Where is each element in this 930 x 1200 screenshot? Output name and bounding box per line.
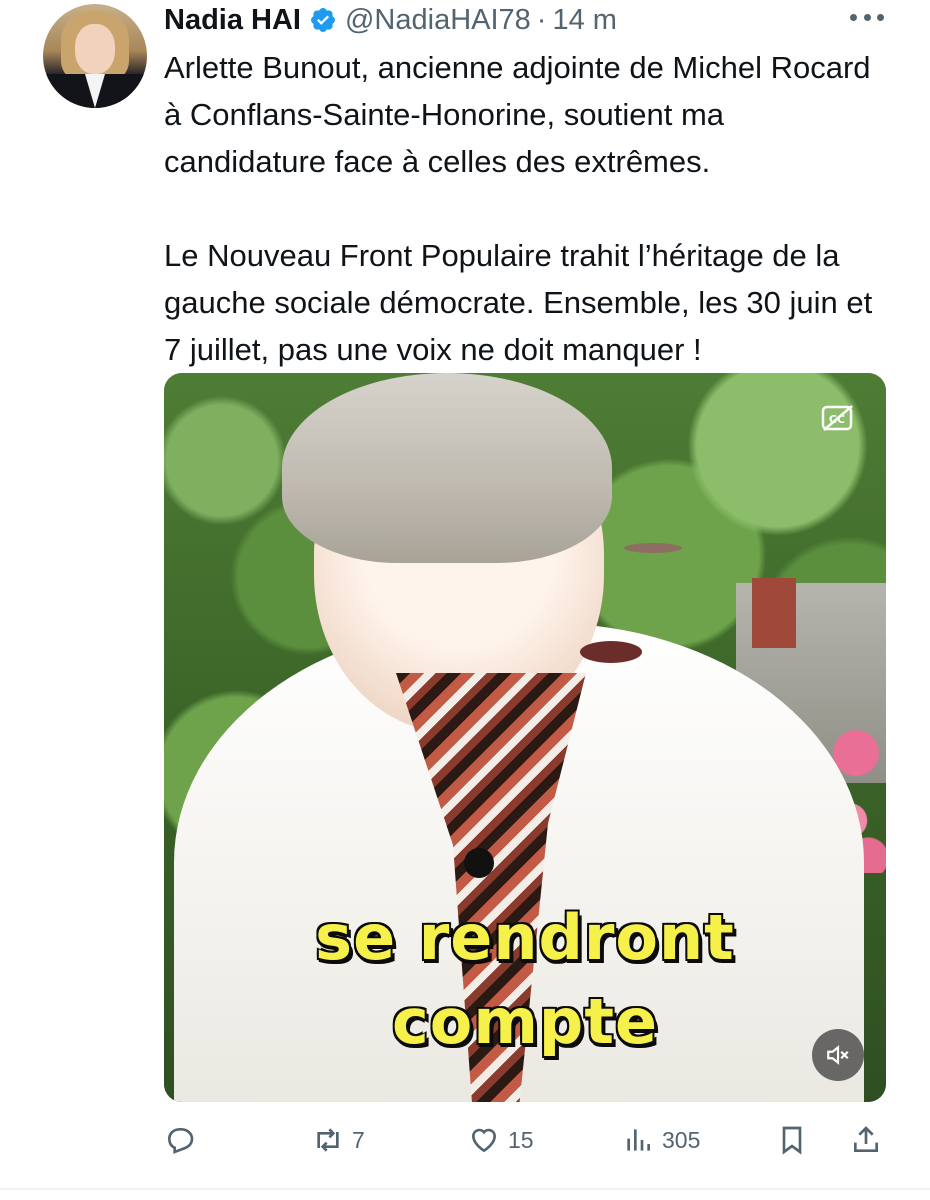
like-count: 15 [508, 1126, 534, 1153]
retweet-button[interactable]: 7 [312, 1120, 365, 1160]
reply-button[interactable] [164, 1120, 196, 1160]
views-icon [627, 1129, 650, 1151]
video-lavalier-mic [464, 848, 494, 878]
captions-off-icon[interactable]: CC [820, 403, 856, 433]
separator-dot: · [536, 3, 547, 36]
more-dot [850, 13, 857, 21]
tweet-divider [0, 1188, 930, 1190]
video-background-pillar [752, 578, 796, 648]
verified-badge-icon[interactable] [309, 6, 337, 34]
like-button[interactable]: 15 [468, 1120, 534, 1160]
heart-icon [471, 1128, 497, 1153]
tweet-timestamp[interactable]: 14 m [552, 4, 616, 37]
share-button[interactable] [850, 1120, 882, 1160]
views-count: 305 [662, 1126, 701, 1153]
avatar-face [75, 24, 115, 74]
tweet-text: Arlette Bunout, ancienne adjointe de Mic… [164, 44, 894, 373]
bookmark-button[interactable] [776, 1120, 808, 1160]
reply-icon [167, 1128, 194, 1154]
tweet[interactable]: Nadia HAI @NadiaHAI78 · 14 m Arlette Bun… [0, 0, 930, 1200]
muted-speaker-icon[interactable] [812, 1029, 864, 1081]
video-person-hair [282, 373, 612, 563]
tweet-paragraph-2: Le Nouveau Front Populaire trahit l’héri… [164, 238, 873, 367]
bookmark-icon [782, 1126, 802, 1155]
more-dot [863, 13, 871, 21]
views-button[interactable]: 305 [622, 1120, 700, 1160]
avatar[interactable] [43, 4, 147, 108]
retweet-icon [317, 1128, 339, 1152]
video-caption-line-2: compte [391, 985, 659, 1058]
tweet-actions: 7 15 305 [0, 1120, 930, 1160]
tweet-paragraph-1: Arlette Bunout, ancienne adjointe de Mic… [164, 50, 871, 179]
more-dot [877, 13, 884, 21]
share-icon [854, 1126, 878, 1152]
video-player[interactable]: se rendront compte CC [164, 373, 886, 1102]
author-handle[interactable]: @NadiaHAI78 [345, 4, 531, 37]
video-person-eye [624, 543, 682, 553]
author-name[interactable]: Nadia HAI [164, 4, 301, 37]
video-person-mouth [580, 641, 642, 663]
more-options-icon[interactable] [850, 10, 884, 24]
tweet-header: Nadia HAI @NadiaHAI78 · 14 m [164, 0, 617, 40]
retweet-count: 7 [352, 1126, 365, 1153]
video-caption-line-1: se rendront [315, 901, 735, 974]
